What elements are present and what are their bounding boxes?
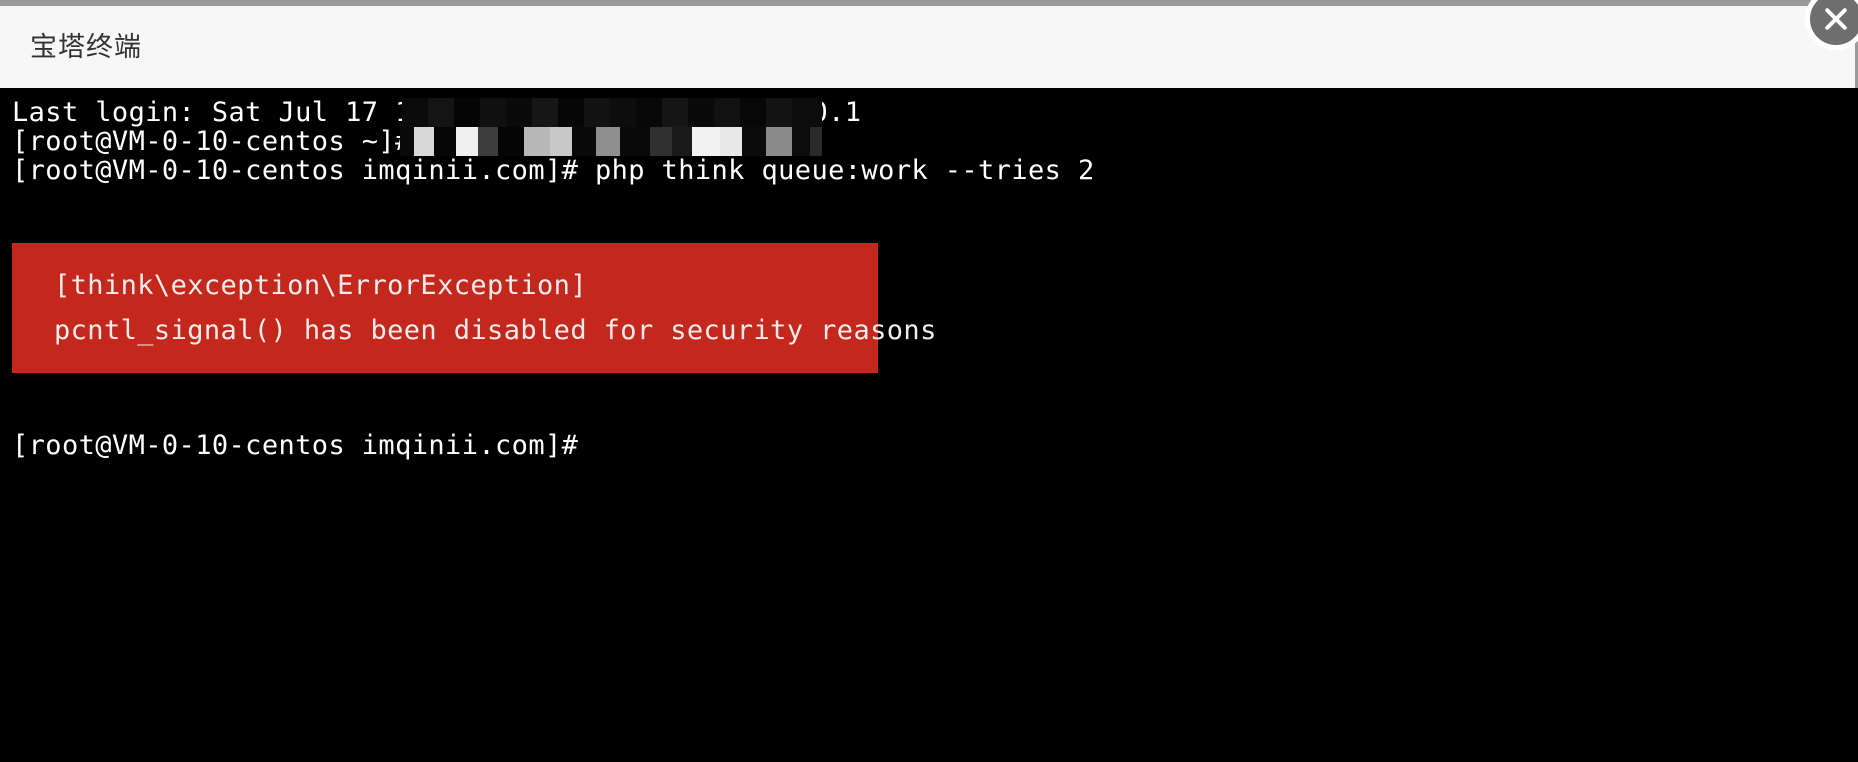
error-box: [think\exception\ErrorException] pcntl_s… <box>12 243 937 373</box>
terminal-line-last-login: Last login: Sat Jul 17 11:05:13 2021 fro… <box>12 97 862 128</box>
terminal-line-final-prompt[interactable]: [root@VM-0-10-centos imqinii.com]# <box>12 431 1858 460</box>
window-title: 宝塔终端 <box>30 31 142 63</box>
window-titlebar: 宝塔终端 <box>0 0 1858 88</box>
terminal-line-command: [root@VM-0-10-centos imqinii.com]# php t… <box>12 155 1095 186</box>
error-message: pcntl_signal() has been disabled for sec… <box>54 315 937 346</box>
terminal-window: 宝塔终端 Last login: Sat Jul 17 11:05:13 202… <box>0 0 1858 762</box>
terminal-output[interactable]: Last login: Sat Jul 17 11:05:13 2021 fro… <box>0 88 1858 762</box>
terminal-line-group-login: Last login: Sat Jul 17 11:05:13 2021 fro… <box>12 98 1858 156</box>
error-exception-class: [think\exception\ErrorException] <box>54 270 587 301</box>
terminal-line-prompt-home: [root@VM-0-10-centos ~]# <box>12 126 429 157</box>
close-icon[interactable] <box>1805 0 1858 50</box>
